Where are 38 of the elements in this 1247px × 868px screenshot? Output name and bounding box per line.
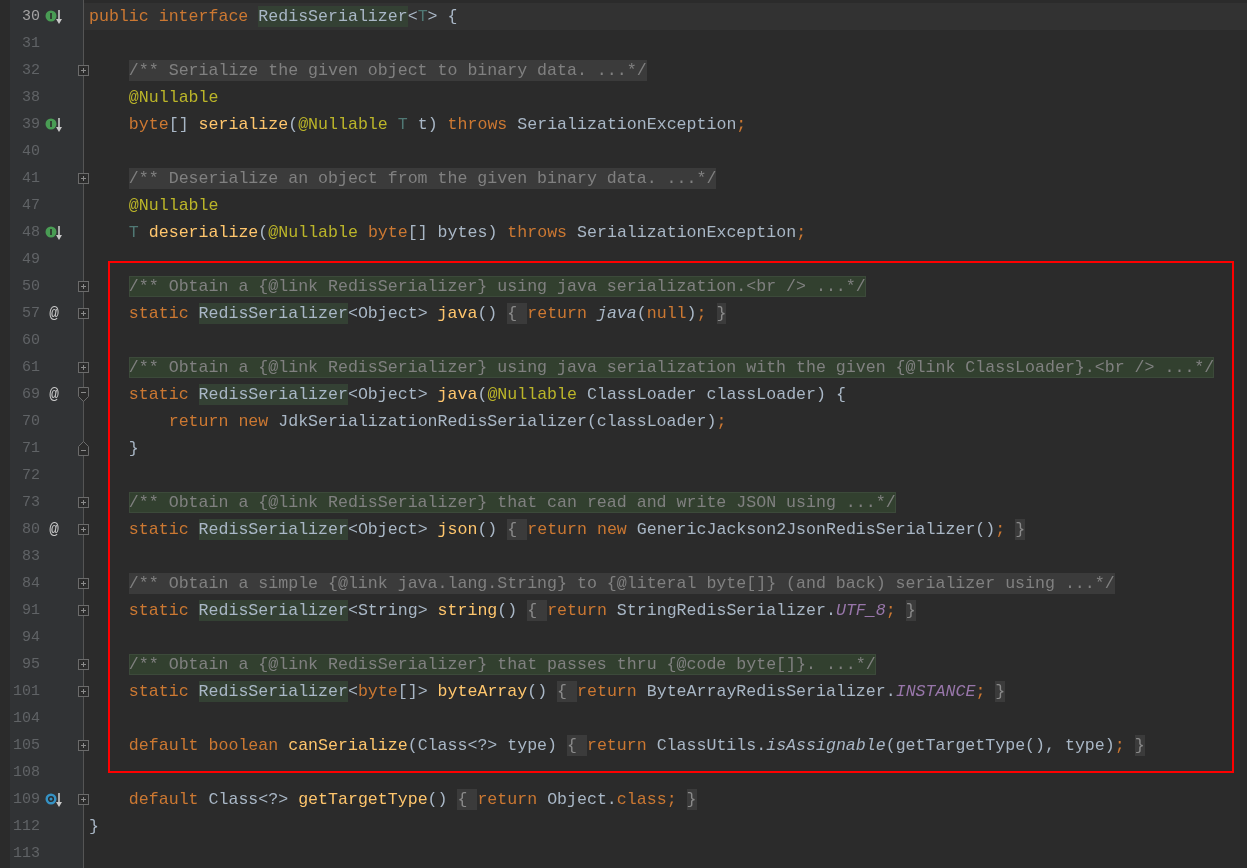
code-line: static RedisSerializer<String> string() { return StringRedisSerializer.UTF_8; } xyxy=(127,599,916,623)
expand-fold-icon[interactable] xyxy=(78,605,89,616)
code-line: return new JdkSerializationRedisSerializer(classLoader); xyxy=(167,411,727,433)
code-line: static RedisSerializer<byte[]> byteArray() { return ByteArrayRedisSerializer.INSTANCE; } xyxy=(127,680,1006,704)
expand-fold-icon[interactable] xyxy=(78,524,89,535)
expand-fold-icon[interactable] xyxy=(78,794,89,805)
expand-fold-icon[interactable] xyxy=(78,659,89,670)
override-marker-icon[interactable] xyxy=(45,791,63,808)
code-line: static RedisSerializer<Object> java(@Nullable ClassLoader classLoader) { xyxy=(127,383,846,407)
code-line: default boolean canSerialize(Class<?> type) { return ClassUtils.isAssignable(getTargetType(), type); } xyxy=(127,734,1145,758)
expand-fold-icon[interactable] xyxy=(78,497,89,508)
line-number: 30 xyxy=(21,7,40,27)
code-line: T deserialize(@Nullable byte[] bytes) throws SerializationException; xyxy=(127,222,807,244)
expand-fold-icon[interactable] xyxy=(78,308,89,319)
gutter-marker[interactable]: @ xyxy=(49,305,59,322)
gutter-marker[interactable]: @ xyxy=(49,386,59,403)
code-line: byte[] serialize(@Nullable T t) throws SerializationException; xyxy=(127,114,747,136)
expand-fold-icon[interactable] xyxy=(78,578,89,589)
interface-marker-icon[interactable] xyxy=(45,224,63,241)
gutter-marker[interactable]: @ xyxy=(49,521,59,538)
code-line: public interface RedisSerializer<T> { xyxy=(89,5,458,29)
expand-fold-icon[interactable] xyxy=(78,686,89,697)
expand-fold-icon[interactable] xyxy=(78,740,89,751)
fold-end-icon[interactable] xyxy=(78,441,89,456)
interface-marker-icon[interactable] xyxy=(45,8,63,25)
code-line: @Nullable xyxy=(127,87,219,109)
code-line: @Nullable xyxy=(127,195,219,217)
code-line: static RedisSerializer<Object> java() { return java(null); } xyxy=(127,302,727,326)
expand-fold-icon[interactable] xyxy=(78,173,89,184)
expand-fold-icon[interactable] xyxy=(78,281,89,292)
collapse-fold-icon[interactable] xyxy=(78,387,89,402)
expand-fold-icon[interactable] xyxy=(78,362,89,373)
interface-marker-icon[interactable] xyxy=(45,116,63,133)
expand-fold-icon[interactable] xyxy=(78,65,89,76)
code-line: default Class<?> getTargetType() { return Object.class; } xyxy=(127,788,697,812)
code-line: } xyxy=(127,438,139,460)
code-line: } xyxy=(89,816,99,838)
code-line: static RedisSerializer<Object> json() { return new GenericJackson2JsonRedisSerializer(); } xyxy=(127,518,1026,542)
